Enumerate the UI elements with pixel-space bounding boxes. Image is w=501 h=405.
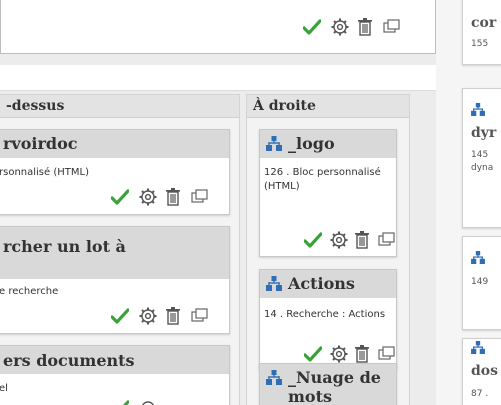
- sitemap-icon: [471, 251, 485, 264]
- checkmark-icon[interactable]: [304, 346, 322, 362]
- block-title[interactable]: Actions: [260, 270, 396, 298]
- side-block-text: 145: [471, 150, 489, 160]
- side-block-card[interactable]: 149: [462, 236, 501, 330]
- side-block-title: dos: [471, 363, 499, 379]
- column-header: À droite: [247, 95, 409, 118]
- block-title[interactable]: rvoirdoc: [0, 130, 229, 158]
- duplicate-icon[interactable]: [191, 189, 209, 205]
- checkmark-icon[interactable]: [111, 400, 129, 405]
- side-block-text: dyna: [471, 163, 494, 173]
- block-description: el: [0, 383, 8, 394]
- side-block-card[interactable]: dyr 145 dyna: [462, 88, 501, 228]
- side-block-title: cor: [471, 15, 497, 31]
- column-header: -dessus: [0, 95, 239, 118]
- gear-icon[interactable]: [139, 399, 157, 405]
- block-card[interactable]: _Nuage de mots: [259, 363, 397, 405]
- column-right: À droite _logo 126 . Bloc personnalisé (…: [246, 94, 410, 405]
- top-block-card: [0, 0, 436, 54]
- duplicate-icon[interactable]: [378, 346, 396, 362]
- block-description: rsonnalisé (HTML): [0, 167, 89, 178]
- trash-icon[interactable]: [165, 306, 181, 325]
- duplicate-icon[interactable]: [378, 232, 396, 248]
- side-block-card[interactable]: cor 155: [462, 0, 501, 65]
- duplicate-icon[interactable]: [383, 19, 401, 35]
- gear-icon[interactable]: [139, 188, 157, 206]
- gear-icon[interactable]: [330, 231, 348, 249]
- checkmark-icon[interactable]: [111, 308, 129, 324]
- block-description: e recherche: [0, 286, 59, 297]
- column-above: -dessus rvoirdoc rsonnalisé (HTML) rcher…: [0, 94, 240, 405]
- block-title[interactable]: ers documents: [0, 346, 229, 374]
- trash-icon[interactable]: [354, 344, 370, 363]
- trash-icon[interactable]: [357, 17, 373, 36]
- block-card[interactable]: _logo 126 . Bloc personnalisé (HTML): [259, 129, 397, 257]
- sitemap-icon: [266, 136, 282, 151]
- checkmark-icon[interactable]: [111, 189, 129, 205]
- side-block-title: dyr: [471, 125, 497, 141]
- trash-icon[interactable]: [165, 187, 181, 206]
- section-divider: [0, 65, 462, 91]
- gear-icon[interactable]: [331, 18, 349, 36]
- side-block-text: 149: [471, 277, 489, 287]
- side-block-card[interactable]: dos 87 .: [462, 338, 501, 405]
- sitemap-icon: [266, 276, 282, 291]
- gear-icon[interactable]: [139, 307, 157, 325]
- duplicate-icon[interactable]: [191, 308, 209, 324]
- block-card[interactable]: rcher un lot à e recherche: [0, 226, 230, 334]
- block-title[interactable]: _logo: [260, 130, 396, 158]
- block-title[interactable]: _Nuage de mots: [260, 364, 396, 405]
- side-block-text: 155: [471, 39, 489, 49]
- block-description: 14 . Recherche : Actions: [264, 309, 386, 320]
- side-block-text: 87 .: [471, 389, 489, 399]
- checkmark-icon[interactable]: [304, 232, 322, 248]
- block-description: 126 . Bloc personnalisé (HTML): [264, 167, 381, 192]
- block-card[interactable]: Actions 14 . Recherche : Actions: [259, 269, 397, 369]
- sitemap-icon: [266, 370, 282, 385]
- sitemap-icon: [471, 341, 485, 354]
- block-card[interactable]: rvoirdoc rsonnalisé (HTML): [0, 129, 230, 215]
- gear-icon[interactable]: [330, 345, 348, 363]
- block-card[interactable]: ers documents el: [0, 345, 230, 405]
- checkmark-icon[interactable]: [303, 19, 321, 35]
- block-title[interactable]: rcher un lot à: [0, 227, 229, 279]
- trash-icon[interactable]: [354, 230, 370, 249]
- sitemap-icon: [471, 103, 485, 116]
